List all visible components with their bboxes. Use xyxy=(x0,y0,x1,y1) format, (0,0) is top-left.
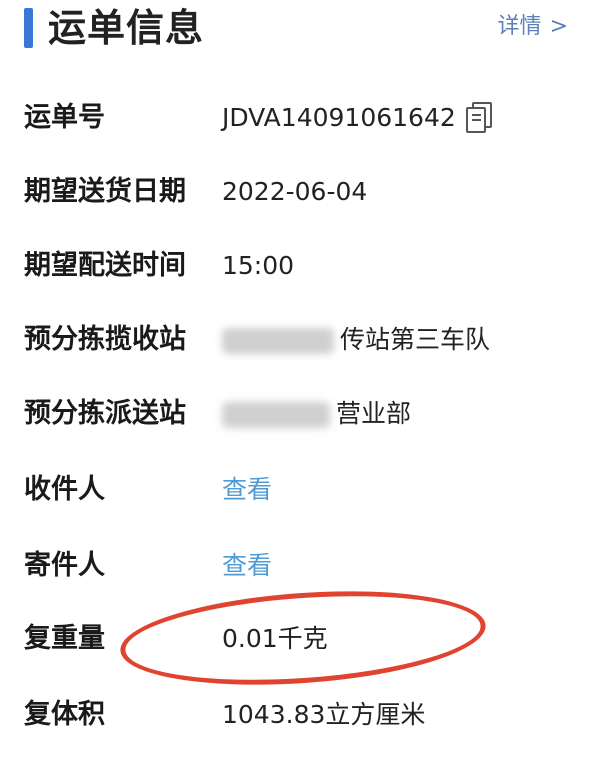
rechecked-volume-value: 1043.83立方厘米 xyxy=(222,700,426,729)
delivery-station-label: 预分拣派送站 xyxy=(24,398,186,429)
row-expected-delivery-date: 期望送货日期 2022-06-04 xyxy=(0,172,598,212)
waybill-number-value: JDVA14091061642 xyxy=(222,98,492,138)
row-waybill-number: 运单号 JDVA14091061642 xyxy=(0,98,598,138)
section-header: 运单信息 详情 > xyxy=(0,0,598,60)
recipient-label: 收件人 xyxy=(24,474,105,505)
rechecked-weight-label: 复重量 xyxy=(24,623,105,654)
chevron-right-icon[interactable]: > xyxy=(550,12,568,42)
delivery-station-value: 营业部 xyxy=(336,399,412,428)
expected-delivery-time-label: 期望配送时间 xyxy=(24,250,186,281)
section-title: 运单信息 xyxy=(48,6,205,50)
title-accent-bar xyxy=(24,8,33,48)
details-link[interactable]: 详情 > xyxy=(498,12,568,42)
row-rechecked-volume: 复体积 1043.83立方厘米 xyxy=(0,695,598,735)
copy-icon[interactable] xyxy=(465,102,492,133)
pickup-station-value: 传站第三车队 xyxy=(340,325,491,354)
expected-delivery-date-value: 2022-06-04 xyxy=(222,177,368,206)
sender-label: 寄件人 xyxy=(24,550,105,581)
expected-delivery-date-label: 期望送货日期 xyxy=(24,176,186,207)
pickup-station-label: 预分拣揽收站 xyxy=(24,324,186,355)
row-rechecked-weight: 复重量 0.01千克 xyxy=(0,619,598,659)
row-delivery-station: 预分拣派送站 营业部 xyxy=(0,394,598,434)
waybill-number-text: JDVA14091061642 xyxy=(222,103,456,132)
rechecked-volume-label: 复体积 xyxy=(24,699,105,730)
waybill-number-label: 运单号 xyxy=(24,102,105,133)
row-sender: 寄件人 查看 xyxy=(0,546,598,586)
row-recipient: 收件人 查看 xyxy=(0,470,598,510)
row-pickup-station: 预分拣揽收站 传站第三车队 xyxy=(0,320,598,360)
redacted-text xyxy=(222,402,330,428)
sender-view-link[interactable]: 查看 xyxy=(222,546,272,586)
expected-delivery-time-value: 15:00 xyxy=(222,251,295,280)
details-label[interactable]: 详情 xyxy=(498,12,542,42)
redacted-text xyxy=(222,328,334,354)
recipient-view-link[interactable]: 查看 xyxy=(222,470,272,510)
rechecked-weight-value: 0.01千克 xyxy=(222,624,328,653)
row-expected-delivery-time: 期望配送时间 15:00 xyxy=(0,246,598,286)
